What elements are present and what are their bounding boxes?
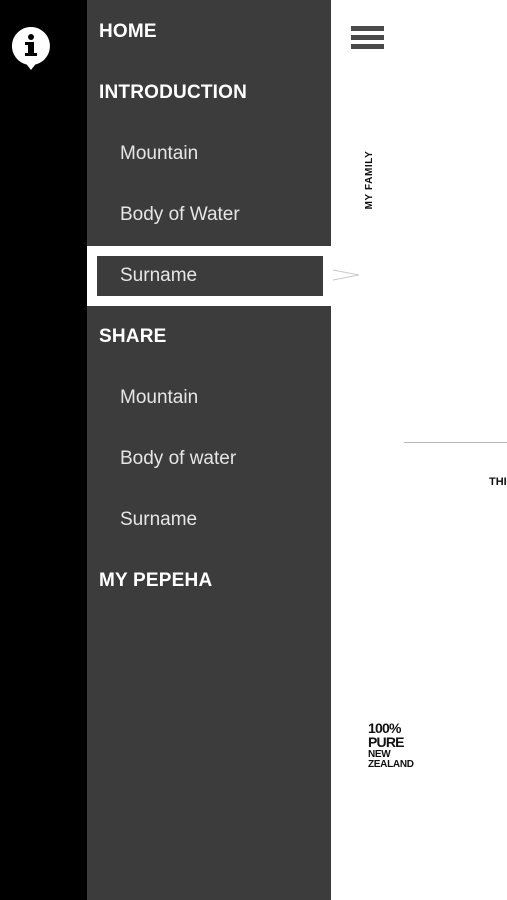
hamburger-menu-icon[interactable]: [351, 26, 384, 50]
logo-line-2: NEW ZEALAND: [368, 749, 414, 770]
pointer-arrow-icon: [331, 258, 360, 294]
menu-item-share-body-of-water[interactable]: Body of water: [87, 428, 331, 489]
logo-line-1: 100% PURE: [368, 720, 405, 750]
navigation-menu: HOME INTRODUCTION Mountain Body of Water…: [87, 0, 331, 900]
clipped-heading: THI: [489, 476, 507, 488]
content-divider: [404, 442, 507, 443]
menu-item-my-pepeha[interactable]: MY PEPEHA: [87, 550, 331, 611]
menu-item-introduction[interactable]: INTRODUCTION: [87, 62, 331, 123]
left-rail: [0, 0, 87, 900]
brand-logo: 100% PURE NEW ZEALAND: [368, 721, 438, 770]
menu-item-share-mountain[interactable]: Mountain: [87, 367, 331, 428]
section-vertical-label: MY FAMILY: [364, 150, 375, 210]
menu-item-home[interactable]: HOME: [87, 1, 331, 62]
selected-menu-highlight: Surname: [87, 246, 333, 306]
menu-item-share[interactable]: SHARE: [87, 306, 331, 367]
menu-item-share-surname[interactable]: Surname: [87, 489, 331, 550]
menu-item-intro-surname[interactable]: Surname: [97, 256, 323, 296]
menu-item-intro-mountain[interactable]: Mountain: [87, 123, 331, 184]
info-icon[interactable]: [10, 25, 52, 71]
menu-item-intro-body-of-water[interactable]: Body of Water: [87, 184, 331, 245]
